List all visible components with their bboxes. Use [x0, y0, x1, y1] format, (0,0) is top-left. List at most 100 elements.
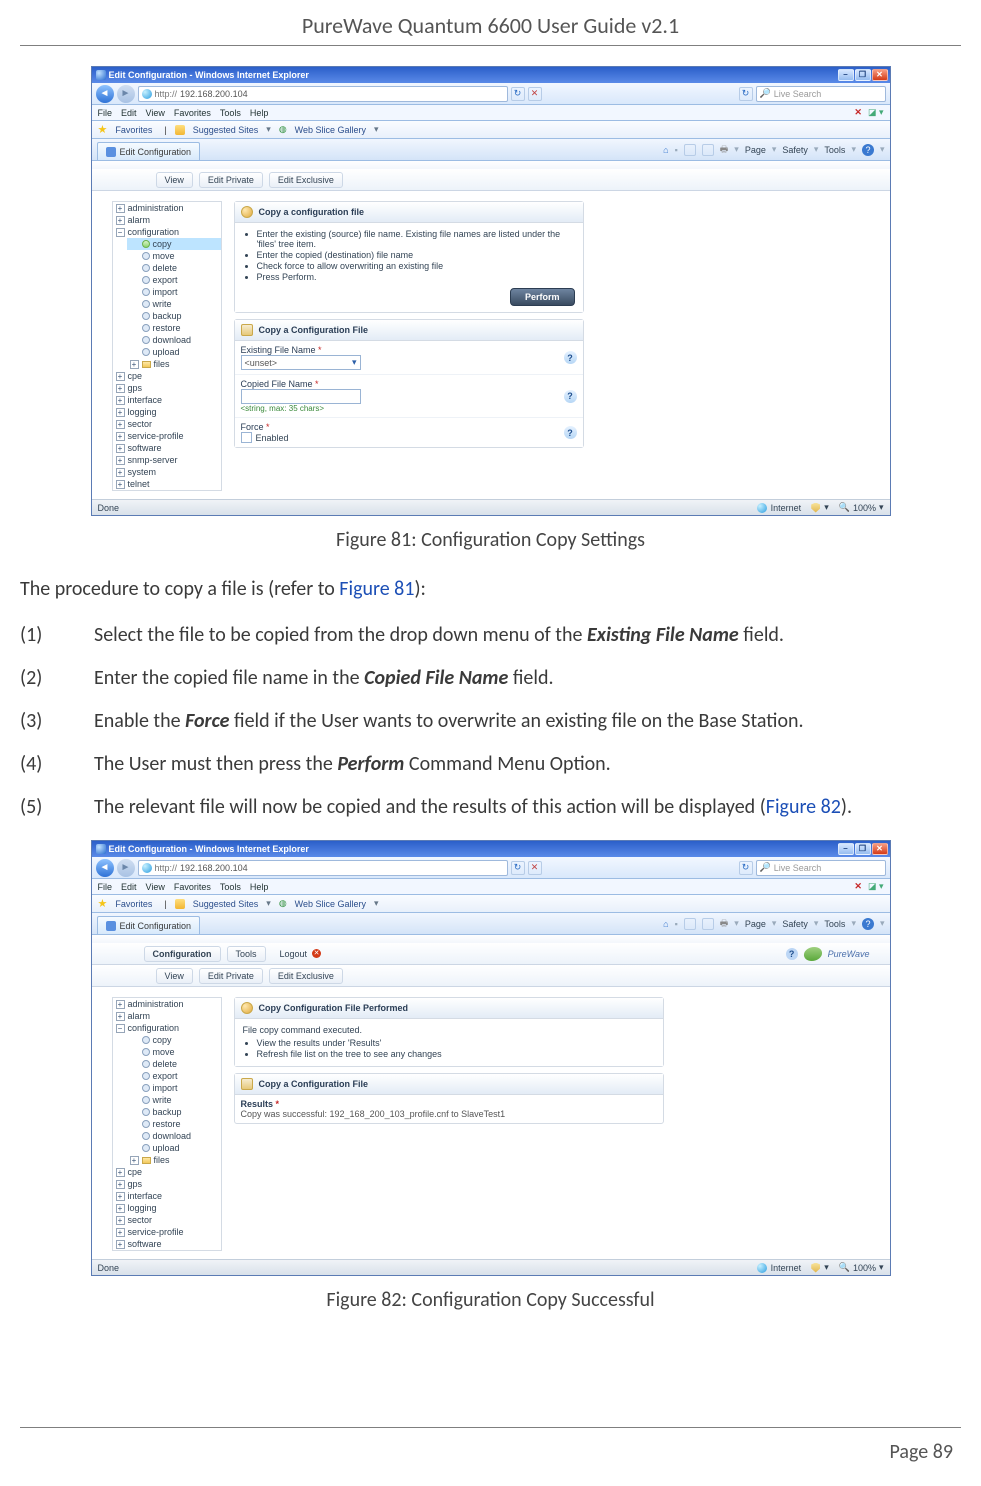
menu-favorites[interactable]: Favorites: [174, 882, 211, 892]
logout-button[interactable]: Logout ✕: [272, 946, 330, 962]
refresh-button[interactable]: ↻: [511, 861, 525, 875]
menu-edit[interactable]: Edit: [121, 882, 137, 892]
maximize-button[interactable]: ❐: [855, 843, 871, 855]
forward-button[interactable]: ►: [117, 859, 135, 877]
tree-item-logging[interactable]: +logging: [113, 1202, 221, 1214]
tree-item-export[interactable]: export: [127, 1070, 221, 1082]
menu-edit[interactable]: Edit: [121, 108, 137, 118]
tree-item-sector[interactable]: +sector: [113, 418, 221, 430]
tree-item-import[interactable]: import: [127, 1082, 221, 1094]
tree-item-alarm[interactable]: +alarm: [113, 1010, 221, 1022]
stop-button[interactable]: ✕: [528, 87, 542, 101]
close-button[interactable]: ✕: [872, 69, 888, 81]
tree-item-download[interactable]: download: [127, 1130, 221, 1142]
tree-item-delete[interactable]: delete: [127, 262, 221, 274]
tree-item-system[interactable]: +system: [113, 466, 221, 478]
tree-item-snmp-server[interactable]: +snmp-server: [113, 454, 221, 466]
tab-edit-private[interactable]: Edit Private: [199, 172, 263, 188]
tree-item-cpe[interactable]: +cpe: [113, 1166, 221, 1178]
tree-item-configuration[interactable]: −configuration: [113, 226, 221, 238]
menu-file[interactable]: File: [98, 108, 113, 118]
tree-item-administration[interactable]: +administration: [113, 202, 221, 214]
tree-item-download[interactable]: download: [127, 334, 221, 346]
search-refresh-icon[interactable]: ↻: [739, 861, 753, 875]
help-icon[interactable]: ?: [564, 426, 577, 439]
tree-item-configuration[interactable]: −configuration: [113, 1022, 221, 1034]
safety-menu[interactable]: Safety: [782, 919, 808, 929]
tree-item-write[interactable]: write: [127, 1094, 221, 1106]
help-icon[interactable]: ?: [862, 144, 874, 156]
help-icon[interactable]: ?: [564, 351, 577, 364]
tab-edit-exclusive[interactable]: Edit Exclusive: [269, 172, 343, 188]
minimize-button[interactable]: –: [838, 843, 854, 855]
tree-item-telnet[interactable]: +telnet: [113, 478, 221, 490]
zoom-icon[interactable]: 🔍: [839, 502, 850, 513]
refresh-button[interactable]: ↻: [511, 87, 525, 101]
tab-view[interactable]: View: [156, 172, 193, 188]
browser-tab[interactable]: Edit Configuration: [97, 916, 201, 934]
tree-item-move[interactable]: move: [127, 1046, 221, 1058]
figure-81-link[interactable]: Figure 81: [339, 577, 414, 601]
feeds-icon[interactable]: [684, 918, 696, 930]
tree-item-administration[interactable]: +administration: [113, 998, 221, 1010]
tab-configuration[interactable]: Configuration: [144, 946, 221, 962]
safety-menu[interactable]: Safety: [782, 145, 808, 155]
back-button[interactable]: ◄: [96, 859, 114, 877]
menu-file[interactable]: File: [98, 882, 113, 892]
tab-edit-private[interactable]: Edit Private: [199, 968, 263, 984]
print-icon[interactable]: 🖶: [720, 142, 729, 158]
tree-item-restore[interactable]: restore: [127, 1118, 221, 1130]
help-icon[interactable]: ?: [786, 948, 798, 960]
tab-tools[interactable]: Tools: [227, 946, 266, 962]
tree-item-interface[interactable]: +interface: [113, 394, 221, 406]
search-box[interactable]: 🔎 Live Search: [756, 860, 886, 876]
home-icon[interactable]: ⌂: [663, 919, 668, 929]
tools-menu[interactable]: Tools: [824, 919, 845, 929]
maximize-button[interactable]: ❐: [855, 69, 871, 81]
tree-item-backup[interactable]: backup: [127, 1106, 221, 1118]
feeds-icon[interactable]: [684, 144, 696, 156]
home-icon[interactable]: ⌂: [663, 145, 668, 155]
tree-item-logging[interactable]: +logging: [113, 406, 221, 418]
tree-item-service-profile[interactable]: +service-profile: [113, 1226, 221, 1238]
address-bar[interactable]: http://192.168.200.104: [138, 86, 508, 102]
tab-view[interactable]: View: [156, 968, 193, 984]
back-button[interactable]: ◄: [96, 85, 114, 103]
tools-menu[interactable]: Tools: [824, 145, 845, 155]
tree-item-export[interactable]: export: [127, 274, 221, 286]
help-icon[interactable]: ?: [564, 390, 577, 403]
tree-item-import[interactable]: import: [127, 286, 221, 298]
menu-view[interactable]: View: [146, 108, 165, 118]
search-refresh-icon[interactable]: ↻: [739, 87, 753, 101]
search-box[interactable]: 🔎 Live Search: [756, 86, 886, 102]
close-icon[interactable]: ✕: [854, 881, 862, 892]
minimize-button[interactable]: –: [838, 69, 854, 81]
mail-icon[interactable]: [702, 918, 714, 930]
menu-tools[interactable]: Tools: [220, 882, 241, 892]
suggested-sites[interactable]: Suggested Sites: [193, 125, 259, 135]
mail-icon[interactable]: [702, 144, 714, 156]
browser-tab[interactable]: Edit Configuration: [97, 142, 201, 160]
menu-help[interactable]: Help: [250, 108, 269, 118]
print-icon[interactable]: 🖶: [720, 916, 729, 932]
tree-item-cpe[interactable]: +cpe: [113, 370, 221, 382]
tree-item-files[interactable]: +files: [127, 358, 221, 370]
copied-file-input[interactable]: [241, 389, 361, 404]
menu-tools[interactable]: Tools: [220, 108, 241, 118]
convert-icon[interactable]: ◪ ▾: [868, 107, 884, 118]
close-icon[interactable]: ✕: [854, 107, 862, 118]
tree-item-upload[interactable]: upload: [127, 346, 221, 358]
tree-item-copy[interactable]: copy: [127, 1034, 221, 1046]
tree-item-gps[interactable]: +gps: [113, 382, 221, 394]
perform-button[interactable]: Perform: [510, 288, 575, 306]
forward-button[interactable]: ►: [117, 85, 135, 103]
tree-item-interface[interactable]: +interface: [113, 1190, 221, 1202]
force-checkbox[interactable]: [241, 432, 252, 443]
page-menu[interactable]: Page: [745, 919, 766, 929]
tree-item-service-profile[interactable]: +service-profile: [113, 430, 221, 442]
menu-help[interactable]: Help: [250, 882, 269, 892]
tree-item-sector[interactable]: +sector: [113, 1214, 221, 1226]
tree-item-files[interactable]: +files: [127, 1154, 221, 1166]
zoom-icon[interactable]: 🔍: [839, 1262, 850, 1273]
suggested-sites[interactable]: Suggested Sites: [193, 899, 259, 909]
